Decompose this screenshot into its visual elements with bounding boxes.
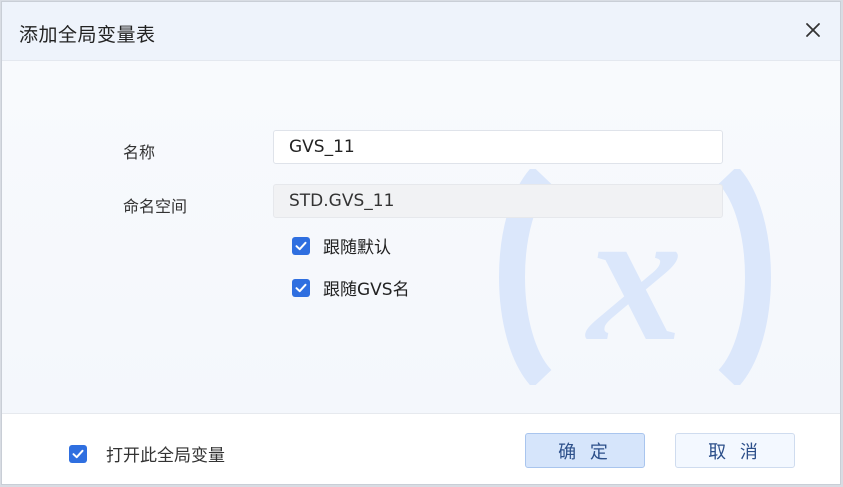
dialog-body: x 名称 命名空间 跟随默认 跟随GVS名 <box>2 61 840 413</box>
follow-default-label: 跟随默认 <box>323 238 391 258</box>
close-button[interactable] <box>800 17 826 43</box>
checkbox-checked-icon[interactable] <box>69 444 87 463</box>
name-label: 名称 <box>123 143 156 162</box>
follow-gvs-name-checkbox[interactable]: 跟随GVS名 <box>292 275 410 300</box>
namespace-label: 命名空间 <box>123 197 188 216</box>
cancel-button[interactable]: 取 消 <box>675 433 795 468</box>
follow-gvs-name-label: 跟随GVS名 <box>323 280 410 300</box>
confirm-button[interactable]: 确 定 <box>525 433 645 468</box>
dialog-header: 添加全局变量表 <box>2 2 840 61</box>
enable-global-variable-checkbox[interactable]: 打开此全局变量 <box>69 441 225 466</box>
add-global-variable-table-dialog: 添加全局变量表 x 名称 命名空间 跟随默认 跟随 <box>1 1 841 485</box>
follow-default-checkbox[interactable]: 跟随默认 <box>292 233 391 258</box>
dialog-title: 添加全局变量表 <box>19 24 156 46</box>
dialog-footer: 打开此全局变量 确 定 取 消 <box>2 413 840 484</box>
enable-global-variable-label: 打开此全局变量 <box>106 446 225 466</box>
name-input[interactable] <box>273 130 723 164</box>
namespace-input[interactable] <box>273 184 723 218</box>
checkbox-checked-icon[interactable] <box>292 278 310 297</box>
close-icon <box>806 23 820 37</box>
checkbox-checked-icon[interactable] <box>292 236 310 255</box>
